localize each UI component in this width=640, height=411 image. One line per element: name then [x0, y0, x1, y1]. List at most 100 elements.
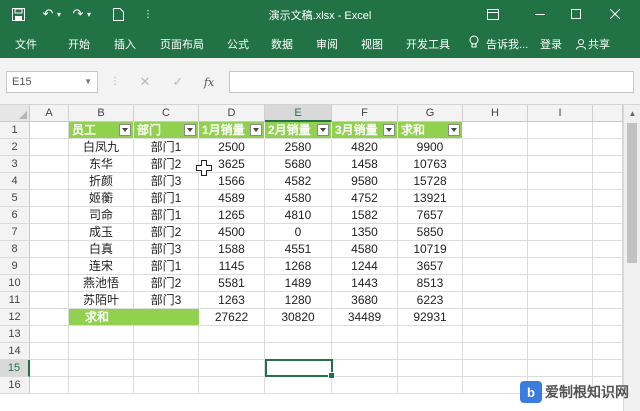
cell-i12[interactable] — [528, 309, 593, 326]
table-data-cell[interactable]: 1268 — [265, 258, 332, 275]
table-data-cell[interactable]: 司命 — [69, 207, 134, 224]
cell-a14[interactable] — [30, 343, 69, 360]
column-header-d[interactable]: D — [199, 105, 265, 122]
tab-view[interactable]: 视图 — [361, 36, 383, 52]
cell-x8[interactable] — [593, 241, 623, 258]
table-data-cell[interactable]: 1145 — [199, 258, 265, 275]
cell-h3[interactable] — [463, 156, 528, 173]
table-data-cell[interactable]: 4810 — [265, 207, 332, 224]
row-header-4[interactable]: 4 — [0, 173, 30, 190]
table-data-cell[interactable]: 4752 — [332, 190, 398, 207]
cell-a11[interactable] — [30, 292, 69, 309]
row-header-7[interactable]: 7 — [0, 224, 30, 241]
cell-i6[interactable] — [528, 207, 593, 224]
cell-h11[interactable] — [463, 292, 528, 309]
table-data-cell[interactable]: 7657 — [398, 207, 463, 224]
row-header-16[interactable]: 16 — [0, 377, 30, 394]
cell-a6[interactable] — [30, 207, 69, 224]
table-data-cell[interactable]: 6223 — [398, 292, 463, 309]
cell-e13[interactable] — [265, 326, 332, 343]
table-data-cell[interactable]: 5850 — [398, 224, 463, 241]
vertical-scrollbar[interactable]: ▲ — [623, 105, 640, 411]
cell-x10[interactable] — [593, 275, 623, 292]
row-header-15[interactable]: 15 — [0, 360, 30, 377]
cell-h4[interactable] — [463, 173, 528, 190]
cell-x1[interactable] — [593, 122, 623, 139]
cell-x7[interactable] — [593, 224, 623, 241]
sign-in-link[interactable]: 登录 — [540, 36, 562, 52]
table-data-cell[interactable]: 东华 — [69, 156, 134, 173]
close-icon[interactable] — [602, 4, 628, 24]
new-file-icon[interactable] — [108, 4, 128, 24]
cell-h1[interactable] — [463, 122, 528, 139]
chevron-down-icon[interactable]: ▼ — [84, 77, 92, 86]
row-header-5[interactable]: 5 — [0, 190, 30, 207]
table-data-cell[interactable]: 13921 — [398, 190, 463, 207]
table-data-cell[interactable]: 1588 — [199, 241, 265, 258]
tab-review[interactable]: 审阅 — [316, 36, 338, 52]
table-data-cell[interactable]: 5680 — [265, 156, 332, 173]
cell-f16[interactable] — [332, 377, 398, 394]
filter-dropdown-icon[interactable] — [448, 124, 460, 136]
cell-x2[interactable] — [593, 139, 623, 156]
cell-x5[interactable] — [593, 190, 623, 207]
cell-i11[interactable] — [528, 292, 593, 309]
cell-h8[interactable] — [463, 241, 528, 258]
table-data-cell[interactable]: 4582 — [265, 173, 332, 190]
cell-a8[interactable] — [30, 241, 69, 258]
cell-g14[interactable] — [398, 343, 463, 360]
total-value-cell[interactable]: 30820 — [265, 309, 332, 326]
tab-file[interactable]: 文件 — [15, 36, 37, 52]
table-data-cell[interactable]: 部门1 — [134, 190, 199, 207]
insert-function-icon[interactable]: fx — [200, 73, 218, 91]
cell-d13[interactable] — [199, 326, 265, 343]
column-header-extra[interactable] — [593, 105, 623, 122]
table-data-cell[interactable]: 1244 — [332, 258, 398, 275]
cell-c16[interactable] — [134, 377, 199, 394]
filter-dropdown-icon[interactable] — [317, 124, 329, 136]
cell-x4[interactable] — [593, 173, 623, 190]
table-header-cell[interactable]: 1月销量 — [199, 122, 265, 139]
cell-h6[interactable] — [463, 207, 528, 224]
table-header-cell[interactable]: 求和 — [398, 122, 463, 139]
table-data-cell[interactable]: 2500 — [199, 139, 265, 156]
table-data-cell[interactable]: 8513 — [398, 275, 463, 292]
cell-g16[interactable] — [398, 377, 463, 394]
cell-i10[interactable] — [528, 275, 593, 292]
table-data-cell[interactable]: 1489 — [265, 275, 332, 292]
row-header-10[interactable]: 10 — [0, 275, 30, 292]
filter-dropdown-icon[interactable] — [184, 124, 196, 136]
cell-e14[interactable] — [265, 343, 332, 360]
table-data-cell[interactable]: 部门2 — [134, 156, 199, 173]
row-header-3[interactable]: 3 — [0, 156, 30, 173]
table-data-cell[interactable]: 部门3 — [134, 173, 199, 190]
cell-i1[interactable] — [528, 122, 593, 139]
minimize-icon[interactable] — [527, 4, 553, 24]
cell-h9[interactable] — [463, 258, 528, 275]
table-data-cell[interactable]: 1263 — [199, 292, 265, 309]
cell-d14[interactable] — [199, 343, 265, 360]
table-data-cell[interactable]: 2580 — [265, 139, 332, 156]
cell-a1[interactable] — [30, 122, 69, 139]
cell-a5[interactable] — [30, 190, 69, 207]
customize-qat-icon[interactable]: ⋮ — [138, 4, 158, 24]
cell-a7[interactable] — [30, 224, 69, 241]
table-header-cell[interactable]: 部门 — [134, 122, 199, 139]
column-header-g[interactable]: G — [398, 105, 463, 122]
cell-x14[interactable] — [593, 343, 623, 360]
cell-c14[interactable] — [134, 343, 199, 360]
cell-i2[interactable] — [528, 139, 593, 156]
cell-a13[interactable] — [30, 326, 69, 343]
table-data-cell[interactable]: 9580 — [332, 173, 398, 190]
table-data-cell[interactable]: 15728 — [398, 173, 463, 190]
cell-h2[interactable] — [463, 139, 528, 156]
row-header-2[interactable]: 2 — [0, 139, 30, 156]
cell-x6[interactable] — [593, 207, 623, 224]
cell-a2[interactable] — [30, 139, 69, 156]
lightbulb-icon[interactable] — [469, 35, 479, 51]
cell-g13[interactable] — [398, 326, 463, 343]
tab-developer[interactable]: 开发工具 — [406, 36, 450, 52]
cell-i7[interactable] — [528, 224, 593, 241]
cell-a12[interactable] — [30, 309, 69, 326]
table-data-cell[interactable]: 部门2 — [134, 224, 199, 241]
